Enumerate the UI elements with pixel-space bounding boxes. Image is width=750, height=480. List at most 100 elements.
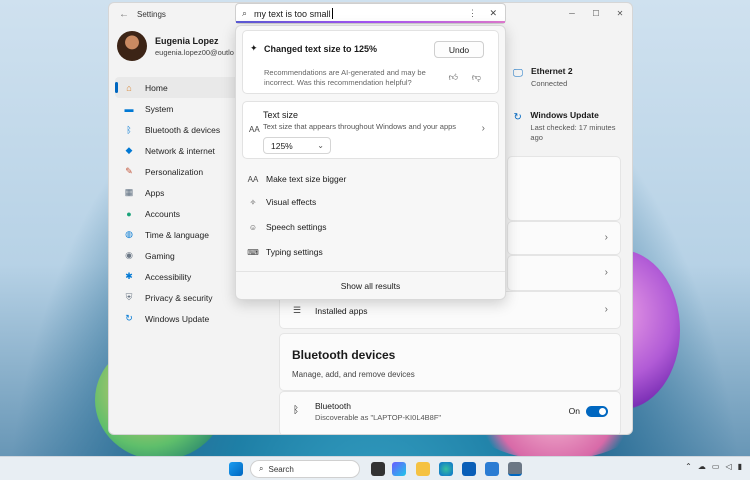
file-explorer-icon[interactable] (416, 462, 430, 476)
sidebar-item-accessibility[interactable]: ✱ Accessibility (115, 266, 239, 287)
ethernet-subtitle: Connected (531, 79, 568, 88)
search-accent-line (236, 21, 505, 23)
result-make-text-bigger[interactable]: AA Make text size bigger (246, 170, 347, 188)
text-size-result[interactable]: AA Text size Text size that appears thro… (242, 101, 499, 159)
chevron-right-icon: › (604, 304, 608, 315)
result-label: Typing settings (266, 247, 323, 257)
sidebar-item-label: Accessibility (145, 271, 192, 282)
search-input[interactable]: ⌕ my text is too small ⋮ ✕ (235, 3, 506, 24)
taskbar-search[interactable]: ⌕ Search (250, 460, 360, 478)
thumbs-down-icon[interactable]: 👎︎ (472, 72, 481, 83)
chevron-right-icon: › (481, 123, 485, 134)
bluetooth-section-header: Bluetooth devices Manage, add, and remov… (279, 333, 621, 391)
sidebar-nav: ⌂ Home ▬ System ᛒ Bluetooth & devices ◆ Netw… (115, 77, 239, 329)
text-size-dropdown[interactable]: 125% ⌄ (263, 137, 331, 154)
start-button-icon[interactable] (229, 462, 243, 476)
bluetooth-state: On (568, 406, 580, 416)
shield-icon: ⛨ (125, 292, 133, 302)
result-typing-settings[interactable]: ⌨ Typing settings (246, 243, 323, 261)
sidebar-item-label: Personalization (145, 166, 204, 177)
user-profile[interactable]: Eugenia Lopez eugenia.lopez00@outlo (117, 31, 245, 61)
chevron-up-icon[interactable]: ⌃ (685, 462, 692, 471)
sidebar-item-network[interactable]: ◆ Network & internet (115, 140, 239, 161)
more-options-icon[interactable]: ⋮ (468, 8, 477, 19)
person-icon: ● (126, 208, 132, 219)
chevron-right-icon: › (604, 232, 608, 243)
sidebar-item-system[interactable]: ▬ System (115, 98, 239, 119)
section-subtitle: Manage, add, and remove devices (292, 370, 415, 379)
ethernet-status[interactable]: 🖵 Ethernet 2 Connected (511, 66, 572, 89)
recommendation-note: Recommendations are AI-generated and may… (264, 68, 426, 87)
sidebar-item-label: Network & internet (145, 145, 215, 156)
chevron-down-icon: ⌄ (317, 141, 324, 150)
windows-update-status[interactable]: ↻ Windows Update Last checked: 17 minutes… (511, 110, 626, 143)
show-all-label: Show all results (340, 280, 401, 291)
clear-search-icon[interactable]: ✕ (489, 8, 497, 19)
dropdown-value: 125% (271, 140, 293, 151)
result-label: Visual effects (266, 197, 317, 207)
thumbs-up-icon[interactable]: 👍︎ (449, 72, 458, 83)
chevron-right-icon: › (604, 267, 608, 278)
result-label: Speech settings (266, 222, 327, 232)
volume-icon[interactable]: ◁ (725, 462, 731, 471)
sidebar-item-label: Time & language (145, 229, 209, 240)
sidebar-item-bluetooth[interactable]: ᛒ Bluetooth & devices (115, 119, 239, 140)
installed-apps-label: Installed apps (315, 306, 368, 316)
bluetooth-title: Bluetooth (315, 401, 351, 411)
section-title: Bluetooth devices (292, 348, 396, 362)
sidebar-item-label: Gaming (145, 250, 175, 261)
sidebar-item-time-language[interactable]: ◍ Time & language (115, 224, 239, 245)
copilot-icon[interactable] (392, 462, 406, 476)
text-size-subtitle: Text size that appears throughout Window… (263, 122, 457, 131)
text-caret (331, 8, 333, 19)
edge-icon[interactable] (439, 462, 453, 476)
recommendation-card: ✦ Changed text size to 125% Undo Recomme… (242, 30, 499, 94)
close-icon[interactable]: ✕ (608, 3, 632, 23)
home-icon: ⌂ (126, 82, 132, 93)
settings-row[interactable]: › (507, 221, 621, 255)
sidebar-item-label: Apps (145, 187, 165, 198)
taskbar: ⌕ Search ⌃ ☁ ▭ ◁ ▮ (0, 456, 750, 480)
taskbar-search-label: Search (268, 464, 294, 474)
update-subtitle: Last checked: 17 minutes ago (530, 123, 616, 142)
store-icon[interactable] (462, 462, 476, 476)
sidebar-item-label: Bluetooth & devices (145, 124, 221, 135)
minimize-icon[interactable]: ─ (560, 3, 584, 23)
back-arrow-icon[interactable]: ← (119, 9, 131, 20)
user-email: eugenia.lopez00@outlo (155, 47, 234, 57)
settings-row[interactable]: › (507, 255, 621, 291)
search-query: my text is too small (254, 8, 331, 19)
update-title: Windows Update (530, 110, 599, 120)
display-icon: ▬ (124, 103, 134, 114)
maximize-icon[interactable]: ☐ (584, 3, 608, 23)
sidebar-item-accounts[interactable]: ● Accounts (115, 203, 239, 224)
task-view-icon[interactable] (371, 462, 385, 476)
sidebar-item-gaming[interactable]: ◉ Gaming (115, 245, 239, 266)
bluetooth-icon: ᛒ (126, 124, 132, 135)
show-all-results-button[interactable]: Show all results (236, 271, 505, 299)
sidebar-item-personalization[interactable]: ✎ Personalization (115, 161, 239, 182)
apps-icon: ▦ (124, 187, 134, 197)
sidebar-item-apps[interactable]: ▦ Apps (115, 182, 239, 203)
undo-button[interactable]: Undo (434, 41, 484, 58)
network-icon[interactable]: ▭ (712, 462, 720, 471)
result-visual-effects[interactable]: ✧ Visual effects (246, 193, 317, 211)
settings-gear-icon[interactable] (508, 462, 522, 476)
bluetooth-toggle[interactable] (586, 406, 608, 417)
battery-icon[interactable]: ▮ (738, 462, 742, 471)
cloud-icon[interactable]: ☁ (698, 462, 706, 471)
wifi-icon: ◆ (125, 145, 133, 155)
result-speech-settings[interactable]: ☺ Speech settings (246, 218, 327, 236)
sidebar-item-label: Accounts (145, 208, 180, 219)
sidebar-item-windows-update[interactable]: ↻ Windows Update (115, 308, 239, 329)
search-results-popup: ✦ Changed text size to 125% Undo Recomme… (235, 25, 506, 300)
photos-icon[interactable] (485, 462, 499, 476)
sidebar-item-home[interactable]: ⌂ Home (115, 77, 239, 98)
bluetooth-row[interactable]: ᛒ Bluetooth Discoverable as "LAPTOP-KI0L… (279, 391, 621, 434)
sidebar-item-privacy[interactable]: ⛨ Privacy & security (115, 287, 239, 308)
ethernet-icon: 🖵 (513, 67, 523, 79)
user-name: Eugenia Lopez (155, 35, 219, 46)
list-icon: ☰ (293, 305, 302, 315)
sidebar-item-label: Windows Update (145, 313, 210, 324)
sparkle-icon: ✦ (250, 43, 258, 53)
